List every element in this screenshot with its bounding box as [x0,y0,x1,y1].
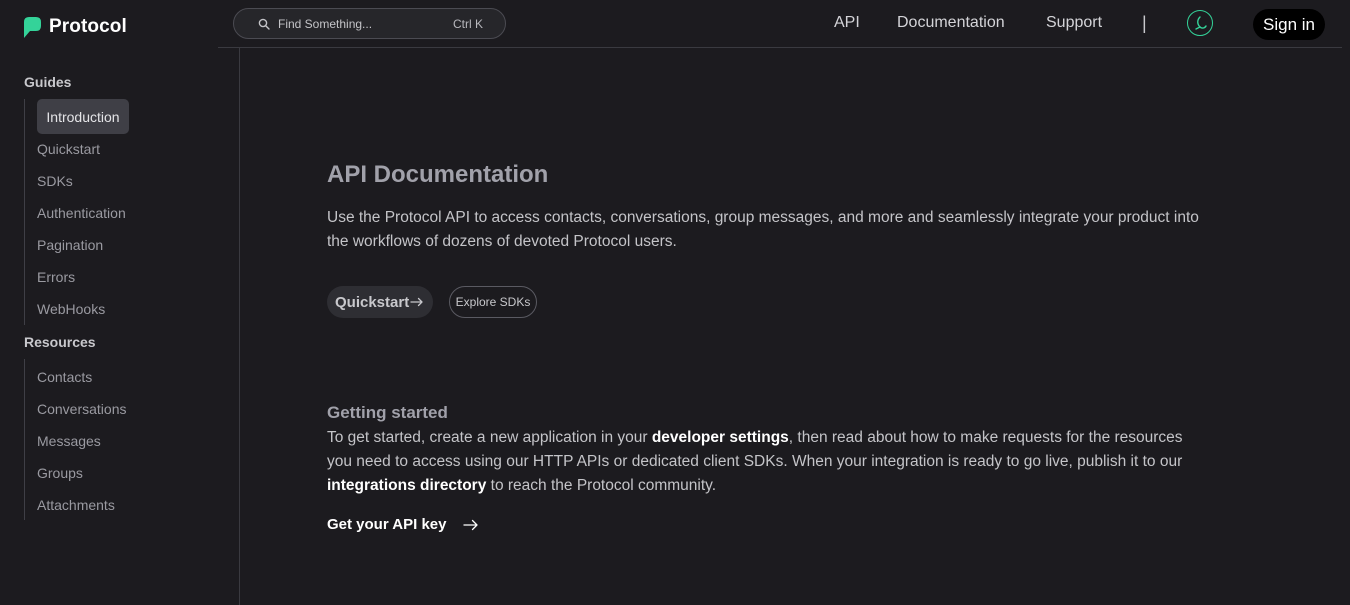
sidebar-item-quickstart[interactable]: Quickstart [37,141,100,157]
get-api-key-label: Get your API key [327,516,447,533]
nav-documentation-link[interactable]: Documentation [897,14,1005,32]
page: Protocol Find Something... Ctrl K API Do… [0,0,1350,605]
sidebar-rail-guides [24,99,25,325]
getting-started-heading: Getting started [327,403,448,422]
page-title: API Documentation [327,161,549,188]
sidebar-item-introduction[interactable]: Introduction [37,99,129,134]
sidebar-item-sdks[interactable]: SDKs [37,173,73,189]
sidebar-item-webhooks[interactable]: WebHooks [37,301,105,317]
nav-api-link[interactable]: API [834,14,860,32]
sidebar-item-contacts[interactable]: Contacts [37,369,92,385]
lead-paragraph: Use the Protocol API to access contacts,… [327,209,1199,250]
nav-documentation[interactable]: Documentation [897,14,1005,32]
protocol-logo-icon [24,16,41,38]
arrow-right-icon [410,297,423,307]
sidebar-rail-resources [24,359,25,520]
sidebar-item-pagination[interactable]: Pagination [37,237,103,253]
sidebar-section-guides: Guides [24,74,72,90]
nav-support-link[interactable]: Support [1046,14,1102,32]
search-input[interactable]: Find Something... Ctrl K [233,8,506,39]
quickstart-button[interactable]: Quickstart [327,286,433,318]
sidebar-item-authentication[interactable]: Authentication [37,205,126,221]
brand-name: Protocol [49,16,127,37]
arrow-right-icon [462,519,478,530]
explore-sdks-button[interactable]: Explore SDKs [449,286,537,318]
get-api-key-link[interactable]: Get your API key [327,516,479,533]
nav-separator: | [1142,13,1147,33]
theme-toggle-button[interactable] [1187,10,1213,36]
sidebar-section-resources: Resources [24,334,96,350]
sidebar-item-groups[interactable]: Groups [37,465,83,481]
developer-settings-link[interactable]: developer settings [652,429,789,446]
sidebar-item-messages[interactable]: Messages [37,433,101,449]
logo[interactable]: Protocol [24,16,127,38]
getting-started-text-3: to reach the Protocol community. [486,477,717,494]
sidebar-divider [239,48,240,605]
sidebar-item-attachments[interactable]: Attachments [37,497,115,513]
getting-started-paragraph: To get started, create a new application… [327,426,1187,498]
search-placeholder: Find Something... [278,16,373,31]
sidebar-item-conversations[interactable]: Conversations [37,401,127,417]
getting-started-text-1: To get started, create a new application… [327,429,652,446]
search-icon [258,18,270,30]
nav-support[interactable]: Support [1046,14,1102,32]
search-shortcut: Ctrl K [453,16,483,31]
theme-toggle-icon [1195,16,1207,30]
quickstart-button-label: Quickstart [335,293,410,311]
integrations-directory-link[interactable]: integrations directory [327,477,486,494]
nav-api[interactable]: API [834,14,860,32]
header-divider [218,47,1342,48]
sign-in-button[interactable]: Sign in [1253,9,1325,40]
sidebar-item-errors[interactable]: Errors [37,269,75,285]
